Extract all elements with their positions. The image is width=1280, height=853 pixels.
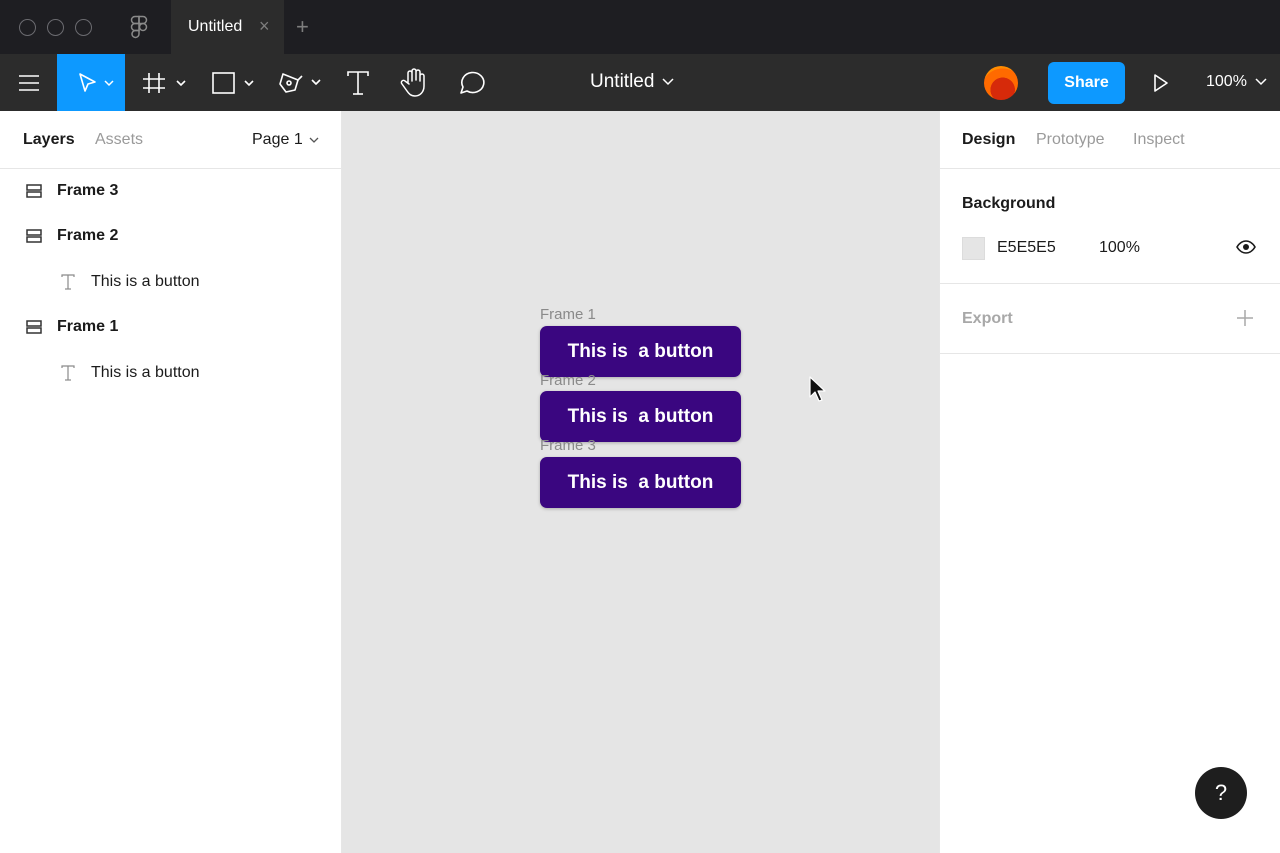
layers-panel: Layers Assets Page 1 Frame 3 Frame 2 Thi… bbox=[0, 111, 342, 853]
design-panel: Design Prototype Inspect Background E5E5… bbox=[939, 111, 1280, 853]
chevron-down-icon bbox=[662, 78, 674, 86]
chevron-down-icon bbox=[1255, 78, 1267, 86]
background-color-swatch[interactable] bbox=[962, 237, 985, 260]
layer-frame-2[interactable]: Frame 2 bbox=[0, 221, 341, 251]
frame-button[interactable]: This is a button bbox=[540, 391, 741, 442]
export-title: Export bbox=[962, 310, 1013, 327]
export-section: Export bbox=[940, 284, 1280, 354]
mouse-cursor-icon bbox=[809, 376, 826, 402]
comment-tool-button[interactable] bbox=[453, 54, 489, 111]
chevron-down-icon bbox=[309, 137, 319, 143]
text-layer-icon bbox=[61, 365, 75, 381]
text-layer-icon bbox=[61, 274, 75, 290]
layer-label: This is a button bbox=[91, 273, 200, 290]
share-button[interactable]: Share bbox=[1048, 62, 1125, 104]
figma-logo-icon[interactable] bbox=[129, 15, 149, 39]
frame-layout-icon bbox=[26, 320, 42, 334]
text-tool-button[interactable] bbox=[340, 54, 376, 111]
page-select[interactable]: Page 1 bbox=[252, 131, 319, 149]
plus-icon[interactable] bbox=[1236, 309, 1254, 327]
frame-layout-icon bbox=[26, 229, 42, 243]
rectangle-icon bbox=[212, 71, 254, 94]
pen-nib-icon bbox=[279, 72, 321, 93]
layer-label: Frame 2 bbox=[57, 227, 119, 244]
frame-label[interactable]: Frame 1 bbox=[540, 306, 596, 323]
text-tool-icon bbox=[347, 70, 369, 95]
frame-tool-button[interactable] bbox=[138, 54, 190, 111]
design-canvas[interactable]: Frame 1 This is a button Frame 2 This is… bbox=[342, 111, 939, 853]
toolbar: Untitled Share 100% bbox=[0, 54, 1280, 111]
frame-button[interactable]: This is a button bbox=[540, 457, 741, 508]
zoom-menu[interactable]: 100% bbox=[1206, 73, 1267, 91]
zoom-level: 100% bbox=[1206, 73, 1247, 90]
layer-text[interactable]: This is a button bbox=[0, 358, 341, 388]
hamburger-menu-icon bbox=[18, 74, 39, 91]
background-title: Background bbox=[962, 195, 1056, 212]
document-title-menu[interactable]: Untitled bbox=[590, 71, 674, 93]
move-tool-button[interactable] bbox=[57, 54, 125, 111]
tab-design[interactable]: Design bbox=[962, 131, 1015, 149]
layer-label: Frame 1 bbox=[57, 318, 119, 335]
present-play-icon[interactable] bbox=[1153, 73, 1169, 93]
close-tab-icon[interactable]: × bbox=[259, 16, 270, 37]
frame-layout-icon bbox=[26, 184, 42, 198]
comment-bubble-icon bbox=[460, 71, 485, 94]
background-hex-input[interactable]: E5E5E5 bbox=[997, 239, 1056, 257]
frame-label[interactable]: Frame 2 bbox=[540, 372, 596, 389]
frame-button[interactable]: This is a button bbox=[540, 326, 741, 377]
move-pointer-icon bbox=[79, 72, 114, 92]
layer-label: Frame 3 bbox=[57, 182, 119, 199]
new-tab-button[interactable]: + bbox=[296, 14, 309, 40]
layer-frame-3[interactable]: Frame 3 bbox=[0, 176, 341, 206]
minimize-window-button[interactable] bbox=[47, 19, 64, 36]
background-opacity-input[interactable]: 100% bbox=[1099, 239, 1140, 257]
hand-tool-button[interactable] bbox=[396, 54, 432, 111]
layers-panel-header: Layers Assets Page 1 bbox=[0, 111, 341, 169]
tab-inspect[interactable]: Inspect bbox=[1133, 131, 1185, 149]
layer-text[interactable]: This is a button bbox=[0, 267, 341, 297]
shape-tool-button[interactable] bbox=[205, 54, 257, 111]
main-menu-button[interactable] bbox=[0, 54, 57, 111]
file-tab-title: Untitled bbox=[188, 18, 243, 35]
title-bar: Untitled × + bbox=[0, 0, 1280, 54]
pen-tool-button[interactable] bbox=[273, 54, 325, 111]
maximize-window-button[interactable] bbox=[75, 19, 92, 36]
layer-frame-1[interactable]: Frame 1 bbox=[0, 312, 341, 342]
close-window-button[interactable] bbox=[19, 19, 36, 36]
tab-layers[interactable]: Layers bbox=[23, 131, 75, 149]
design-panel-header: Design Prototype Inspect bbox=[940, 111, 1280, 169]
hand-icon bbox=[400, 67, 425, 97]
layer-label: This is a button bbox=[91, 364, 200, 381]
document-title: Untitled bbox=[590, 71, 655, 92]
eye-visibility-icon[interactable] bbox=[1236, 240, 1256, 254]
frame-hash-icon bbox=[143, 72, 186, 93]
background-section: Background E5E5E5 100% bbox=[940, 169, 1280, 284]
tab-assets[interactable]: Assets bbox=[95, 131, 143, 149]
frame-label[interactable]: Frame 3 bbox=[540, 437, 596, 454]
user-avatar[interactable] bbox=[984, 66, 1018, 100]
page-select-label: Page 1 bbox=[252, 131, 303, 148]
help-button[interactable]: ? bbox=[1195, 767, 1247, 819]
file-tab[interactable]: Untitled × bbox=[171, 0, 284, 54]
tab-prototype[interactable]: Prototype bbox=[1036, 131, 1104, 149]
